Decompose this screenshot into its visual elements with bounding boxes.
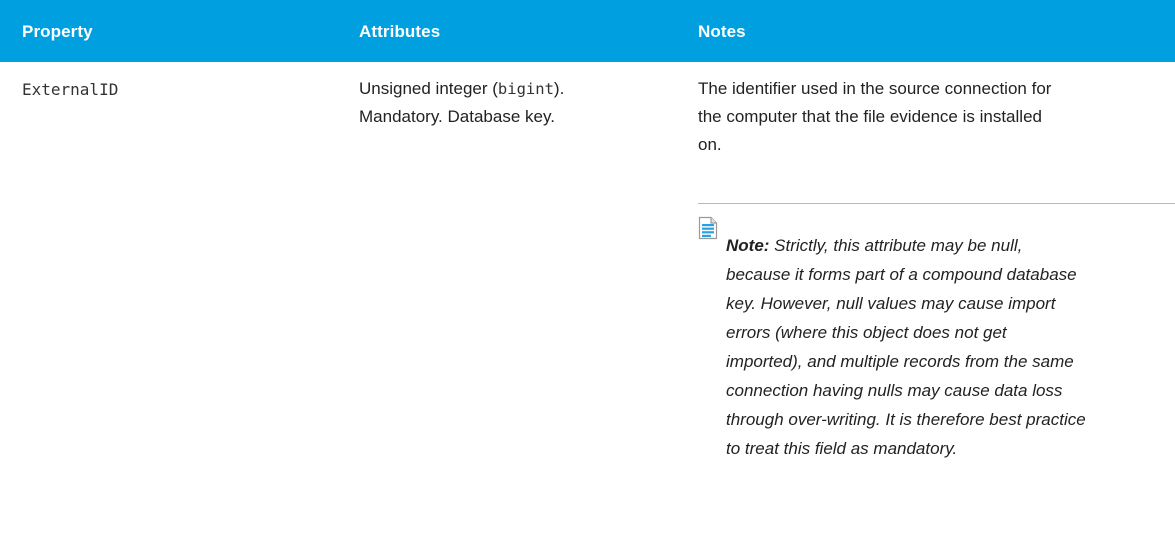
cell-notes: The identifier used in the source connec… (698, 75, 1068, 159)
notes-description: The identifier used in the source connec… (698, 79, 1052, 154)
attributes-type-prefix: Unsigned integer ( (359, 79, 498, 98)
attributes-type-suffix: ). (553, 79, 565, 98)
note-label: Note: (726, 236, 770, 255)
attributes-line-1: Unsigned integer (bigint). (359, 75, 679, 103)
attributes-line-2: Mandatory. Database key. (359, 107, 555, 126)
header-notes: Notes (698, 22, 746, 41)
header-attributes: Attributes (359, 22, 441, 41)
note-divider (698, 203, 1175, 204)
table-header-row: Property Attributes Notes (0, 0, 1175, 62)
cell-attributes: Unsigned integer (bigint). Mandatory. Da… (359, 75, 679, 131)
attributes-type-code: bigint (497, 80, 554, 98)
header-property: Property (22, 22, 93, 41)
note-block: Note: Strictly, this attribute may be nu… (726, 231, 1086, 463)
cell-property-name: ExternalID (22, 80, 119, 99)
note-document-icon (698, 216, 718, 240)
note-text: Strictly, this attribute may be null, be… (726, 236, 1086, 458)
